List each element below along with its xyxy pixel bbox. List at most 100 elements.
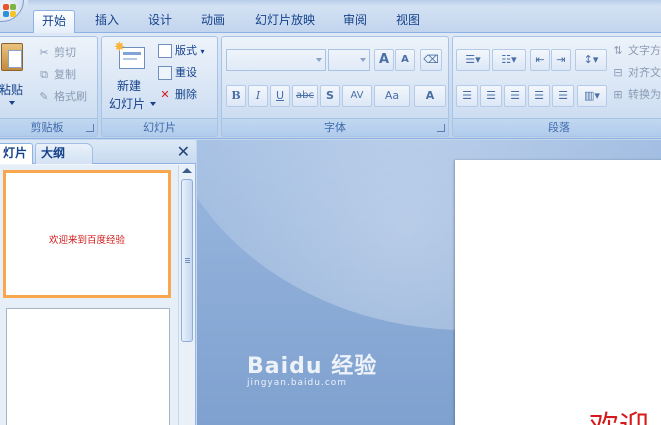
office-logo-blue xyxy=(3,11,9,17)
cut-button[interactable]: ✂ 剪切 xyxy=(37,43,76,63)
numbered-list-icon: ☷▾ xyxy=(501,53,517,66)
strikethrough-button[interactable]: abc xyxy=(292,85,318,107)
close-icon[interactable]: ✕ xyxy=(177,144,190,160)
current-slide[interactable]: 欢迎 xyxy=(455,160,661,425)
align-text-label: 对齐文 xyxy=(628,66,661,79)
justify-button[interactable]: ☰ xyxy=(528,85,550,107)
new-slide-label-1: 新建 xyxy=(117,79,142,93)
change-case-button[interactable]: Aa xyxy=(374,85,410,107)
font-group-title: 字体 xyxy=(222,118,448,136)
cut-label: 剪切 xyxy=(54,46,76,59)
paragraph-group-title: 段落 xyxy=(453,118,661,136)
paste-label: 粘贴 xyxy=(0,83,24,97)
align-right-button[interactable]: ☰ xyxy=(504,85,526,107)
align-left-button[interactable]: ☰ xyxy=(456,85,478,107)
grow-font-button[interactable]: A xyxy=(374,49,394,71)
delete-label: 删除 xyxy=(175,88,197,101)
tab-view[interactable]: 视图 xyxy=(387,10,429,33)
tab-animation[interactable]: 动画 xyxy=(192,10,234,33)
grip-line xyxy=(185,258,190,259)
clipboard-launcher-icon[interactable] xyxy=(86,124,94,132)
chevron-down-icon xyxy=(9,101,15,105)
new-slide-button[interactable]: ✸ 新建 幻灯片 xyxy=(106,41,156,113)
office-logo-icon xyxy=(3,4,9,10)
chevron-down-icon xyxy=(360,58,366,62)
decrease-indent-button[interactable]: ⇤ xyxy=(530,49,550,71)
align-text-button[interactable]: ⊟ 对齐文 xyxy=(611,63,661,83)
scroll-thumb[interactable] xyxy=(181,179,193,342)
pane-tabs: 灯片 大纲 ✕ xyxy=(0,140,196,164)
indent-icon: ⇥ xyxy=(556,53,566,66)
tab-home[interactable]: 开始 xyxy=(33,10,75,34)
ribbon: 粘贴 ✂ 剪切 ⧉ 复制 ✎ 格式刷 剪贴板 ✸ 新建 幻灯片 版式 ▾ 重设 xyxy=(0,33,661,139)
slide-title-text[interactable]: 欢迎 xyxy=(589,402,649,425)
slides-pane: 灯片 大纲 ✕ 欢迎来到百度经验 xyxy=(0,140,196,425)
new-slide-line2 xyxy=(123,58,137,60)
layout-icon xyxy=(158,44,172,58)
align-center-button[interactable]: ☰ xyxy=(480,85,502,107)
line-spacing-button[interactable]: ↕▾ xyxy=(575,49,607,71)
layout-label: 版式 xyxy=(175,44,197,57)
clear-format-icon[interactable]: ⌫ xyxy=(420,49,442,71)
reset-icon xyxy=(158,66,172,80)
reset-label: 重设 xyxy=(175,66,197,79)
office-button[interactable] xyxy=(0,0,24,22)
copy-icon: ⧉ xyxy=(40,68,48,81)
distributed-button[interactable]: ☰ xyxy=(552,85,574,107)
character-spacing-button[interactable]: AV xyxy=(342,85,372,107)
text-direction-button[interactable]: ⇅ 文字方 xyxy=(611,41,661,61)
columns-button[interactable]: ▥▾ xyxy=(577,85,607,107)
font-size-select[interactable] xyxy=(328,49,370,71)
shrink-font-button[interactable]: A xyxy=(395,49,415,71)
outdent-icon: ⇤ xyxy=(535,53,545,66)
powerpoint-window: 开始 插入 设计 动画 幻灯片放映 审阅 视图 粘贴 ✂ 剪切 ⧉ 复制 ✎ 格式刷 … xyxy=(0,0,661,425)
text-direction-label: 文字方 xyxy=(628,44,661,57)
justify-icon: ☰ xyxy=(534,89,544,102)
slide-thumbnail-2[interactable] xyxy=(6,308,170,425)
slide-thumbnails: 欢迎来到百度经验 xyxy=(0,165,178,425)
pane-scrollbar[interactable] xyxy=(178,165,195,425)
paste-sheet xyxy=(8,50,22,68)
layout-button[interactable]: 版式 ▾ xyxy=(158,41,205,61)
align-center-icon: ☰ xyxy=(486,89,496,102)
watermark: Baidu 经验 jingyan.baidu.com xyxy=(247,348,377,388)
tab-outline[interactable]: 大纲 xyxy=(35,143,93,164)
format-painter-button[interactable]: ✎ 格式刷 xyxy=(37,87,87,107)
increase-indent-button[interactable]: ⇥ xyxy=(551,49,571,71)
reset-button[interactable]: 重设 xyxy=(158,63,197,83)
underline-button[interactable]: U xyxy=(270,85,290,107)
tab-slideshow[interactable]: 幻灯片放映 xyxy=(248,10,322,33)
clipboard-group: 粘贴 ✂ 剪切 ⧉ 复制 ✎ 格式刷 剪贴板 xyxy=(0,36,98,137)
tab-slides[interactable]: 灯片 xyxy=(0,143,33,164)
font-color-button[interactable]: A xyxy=(414,85,446,107)
shadow-button[interactable]: S xyxy=(320,85,340,107)
copy-button[interactable]: ⧉ 复制 xyxy=(37,65,76,85)
scroll-up-icon[interactable] xyxy=(182,168,192,173)
tab-insert[interactable]: 插入 xyxy=(86,10,128,33)
smartart-icon: ⊞ xyxy=(613,88,623,101)
chevron-down-icon xyxy=(316,58,322,62)
tab-design[interactable]: 设计 xyxy=(139,10,181,33)
bullets-button[interactable]: ☰▾ xyxy=(456,49,490,71)
slide-thumbnail-1[interactable]: 欢迎来到百度经验 xyxy=(3,170,171,298)
align-left-icon: ☰ xyxy=(462,89,472,102)
tab-review[interactable]: 审阅 xyxy=(334,10,376,33)
line-spacing-icon: ↕▾ xyxy=(583,53,599,66)
grip-line xyxy=(185,262,190,263)
slides-group-title: 幻灯片 xyxy=(102,118,217,136)
bold-button[interactable]: B xyxy=(226,85,246,107)
font-name-select[interactable] xyxy=(226,49,326,71)
copy-label: 复制 xyxy=(54,68,76,81)
paragraph-group: ☰▾ ☷▾ ⇤ ⇥ ↕▾ ☰ ☰ ☰ ☰ ☰ ▥▾ ⇅ 文字方 ⊟ 对齐文 ⊞ 转换为… xyxy=(452,36,661,137)
bullet-list-icon: ☰▾ xyxy=(465,53,481,66)
font-launcher-icon[interactable] xyxy=(437,124,445,132)
watermark-brand: Baidu 经验 xyxy=(247,354,378,379)
convert-smartart-button[interactable]: ⊞ 转换为 xyxy=(611,85,661,105)
delete-button[interactable]: ✕ 删除 xyxy=(158,85,197,105)
numbering-button[interactable]: ☷▾ xyxy=(492,49,526,71)
text-direction-icon: ⇅ xyxy=(613,44,623,57)
paste-button[interactable]: 粘贴 xyxy=(0,41,27,111)
slide-editing-area: 欢迎 Baidu 经验 jingyan.baidu.com xyxy=(197,140,661,425)
distributed-icon: ☰ xyxy=(558,89,568,102)
italic-button[interactable]: I xyxy=(248,85,268,107)
